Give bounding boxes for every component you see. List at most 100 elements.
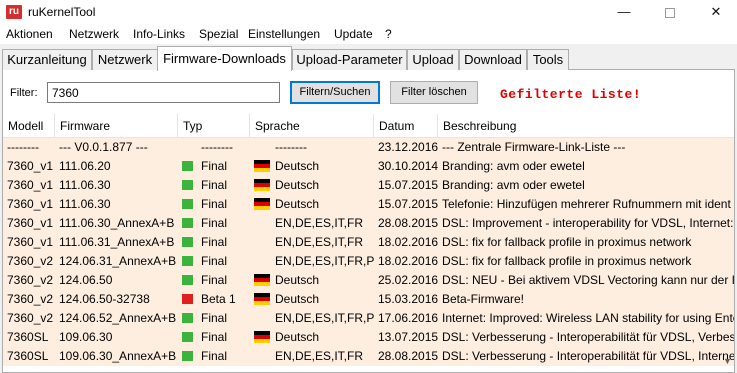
column-header-sprache[interactable]: Sprache: [250, 114, 374, 138]
cell-datum: 30.10.2014: [374, 157, 438, 176]
menu-spezial[interactable]: Spezial: [196, 27, 241, 41]
cell-text-firmware: 111.06.31_AnnexA+B: [59, 235, 175, 249]
column-header-firmware[interactable]: Firmware: [55, 114, 178, 138]
cell-text-firmware: 124.06.31_AnnexA+B: [59, 254, 177, 268]
cell-text-datum: 18.02.2016: [378, 254, 438, 268]
cell-text-beschreibung: DSL: NEU - Bei aktivem VDSL Vectoring ka…: [442, 273, 734, 287]
cell-text-modell: 7360_v2: [7, 311, 54, 325]
cell-text-sprache: EN,DE,ES,IT,FR,PL: [275, 311, 374, 325]
filter-input[interactable]: [47, 82, 280, 103]
minimize-icon[interactable]: —: [601, 0, 647, 24]
menu-netzwerk[interactable]: Netzwerk: [66, 27, 122, 41]
cell-text-modell: 7360SL: [7, 349, 49, 363]
cell-text-datum: 25.02.2016: [378, 273, 438, 287]
column-header-typ[interactable]: Typ: [178, 114, 250, 138]
cell-text-beschreibung: DSL: fix for fallback profile in proximu…: [442, 254, 692, 268]
cell-text-modell: 7360_v2: [7, 292, 54, 306]
window-title: ruKernelTool: [28, 5, 96, 19]
cell-sprache: Deutsch: [250, 195, 374, 214]
table-row[interactable]: 7360_v2 124.06.50 Final Deutsch 25.02.2016 DS…: [3, 271, 734, 290]
green-flag-icon: [182, 161, 193, 171]
cell-text-firmware: 111.06.30: [59, 197, 111, 211]
table-row[interactable]: -------- --- V0.0.1.877 --- -------- ------…: [3, 138, 734, 157]
maximize-icon[interactable]: [647, 0, 693, 24]
tab-download[interactable]: Download: [459, 49, 527, 70]
table-row[interactable]: 7360_v2 124.06.31_AnnexA+B Final EN,DE,ES,I…: [3, 252, 734, 271]
column-header-datum[interactable]: Datum: [374, 114, 438, 138]
cell-modell: 7360_v2: [3, 271, 55, 290]
cell-text-modell: 7360_v1: [7, 178, 54, 192]
table-row[interactable]: 7360SL 109.06.30 Final Deutsch 13.07.2015 DSL…: [3, 328, 734, 347]
filter-search-button[interactable]: Filtern/Suchen: [290, 81, 380, 104]
cell-beschreibung: Branding: avm oder ewetel: [438, 157, 734, 176]
cell-beschreibung: DSL: Verbesserung - Interoperabilität fü…: [438, 328, 734, 347]
table-row[interactable]: 7360_v1 111.06.30 Final Deutsch 15.07.2015 Br…: [3, 176, 734, 195]
german-flag-icon: [254, 198, 270, 210]
cell-sprache: Deutsch: [250, 176, 374, 195]
tab-tools[interactable]: Tools: [527, 49, 569, 70]
cell-text-datum: 28.08.2015: [378, 349, 438, 363]
scroll-down-icon[interactable]: ▼: [720, 353, 735, 369]
cell-beschreibung: DSL: Improvement - interoperability for …: [438, 214, 734, 233]
cell-text-modell: 7360_v1: [7, 235, 54, 249]
column-header-beschreibung[interactable]: Beschreibung: [438, 114, 734, 138]
cell-sprache: EN,DE,ES,IT,FR: [250, 347, 374, 366]
tab-upload[interactable]: Upload: [407, 49, 459, 70]
cell-text-beschreibung: Telefonie: Hinzufügen mehrerer Rufnummer…: [442, 197, 731, 211]
table-row[interactable]: 7360_v2 124.06.52_AnnexA+B Final EN,DE,ES,I…: [3, 309, 734, 328]
column-header-modell[interactable]: Modell: [3, 114, 55, 138]
cell-beschreibung: Telefonie: Hinzufügen mehrerer Rufnummer…: [438, 195, 734, 214]
menu-help[interactable]: ?: [382, 27, 395, 41]
cell-datum: 17.06.2016: [374, 309, 438, 328]
cell-text-datum: 28.08.2015: [378, 216, 438, 230]
cell-sprache: Deutsch: [250, 157, 374, 176]
red-flag-icon: [182, 294, 193, 304]
cell-firmware: 111.06.31_AnnexA+B: [55, 233, 178, 252]
tab-netzwerk[interactable]: Netzwerk: [92, 49, 158, 70]
cell-text-datum: 17.06.2016: [378, 311, 438, 325]
table-row[interactable]: 7360_v1 111.06.31_AnnexA+B Final EN,DE,ES,I…: [3, 233, 734, 252]
menu-update[interactable]: Update: [331, 27, 376, 41]
close-icon[interactable]: ✕: [693, 0, 737, 24]
cell-text-sprache: EN,DE,ES,IT,FR: [275, 216, 364, 230]
cell-typ: Final: [178, 195, 250, 214]
tab-firmware-downloads[interactable]: Firmware-Downloads: [157, 46, 292, 71]
menu-einstellungen[interactable]: Einstellungen: [245, 27, 323, 41]
cell-text-typ: Beta 1: [201, 292, 236, 306]
cell-text-sprache: Deutsch: [275, 330, 320, 344]
cell-text-typ: --------: [201, 140, 233, 154]
cell-modell: 7360_v1: [3, 214, 55, 233]
cell-text-firmware: 109.06.30_AnnexA+B: [59, 349, 177, 363]
cell-typ: Final: [178, 233, 250, 252]
table-row[interactable]: 7360_v1 111.06.30 Final Deutsch 15.07.2015 Te…: [3, 195, 734, 214]
cell-modell: 7360_v2: [3, 290, 55, 309]
menu-aktionen[interactable]: Aktionen: [3, 27, 56, 41]
table-row[interactable]: 7360SL 109.06.30_AnnexA+B Final EN,DE,ES,IT…: [3, 347, 734, 366]
cell-text-firmware: 109.06.30: [59, 330, 113, 344]
table-row[interactable]: 7360_v1 111.06.20 Final Deutsch 30.10.2014 Br…: [3, 157, 734, 176]
cell-sprache: --------: [250, 138, 374, 157]
cell-sprache: Deutsch: [250, 328, 374, 347]
filter-clear-button[interactable]: Filter löschen: [390, 81, 478, 104]
cell-text-modell: 7360_v1: [7, 197, 54, 211]
cell-firmware: 124.06.50-32738: [55, 290, 178, 309]
cell-text-sprache: Deutsch: [275, 178, 320, 192]
cell-text-modell: 7360SL: [7, 330, 49, 344]
cell-text-typ: Final: [201, 330, 228, 344]
tab-kurzanleitung[interactable]: Kurzanleitung: [2, 49, 92, 70]
tab-upload-parameter[interactable]: Upload-Parameter: [292, 49, 407, 70]
cell-firmware: 124.06.52_AnnexA+B: [55, 309, 178, 328]
menu-info-links[interactable]: Info-Links: [130, 27, 188, 41]
cell-text-sprache: --------: [275, 140, 307, 154]
cell-text-sprache: Deutsch: [275, 273, 320, 287]
german-flag-icon: [254, 160, 270, 172]
firmware-grid[interactable]: -------- --- V0.0.1.877 --- -------- ------…: [3, 138, 734, 371]
table-row[interactable]: 7360_v1 111.06.30_AnnexA+B Final EN,DE,ES,I…: [3, 214, 734, 233]
cell-text-firmware: 111.06.20: [59, 159, 111, 173]
table-row[interactable]: 7360_v2 124.06.50-32738 Beta 1 Deutsch 15.03…: [3, 290, 734, 309]
cell-text-modell: --------: [7, 140, 39, 154]
cell-typ: Final: [178, 271, 250, 290]
cell-text-firmware: 124.06.52_AnnexA+B: [59, 311, 177, 325]
cell-text-sprache: EN,DE,ES,IT,FR: [275, 349, 364, 363]
cell-text-beschreibung: --- Zentrale Firmware-Link-Liste ---: [442, 140, 626, 154]
